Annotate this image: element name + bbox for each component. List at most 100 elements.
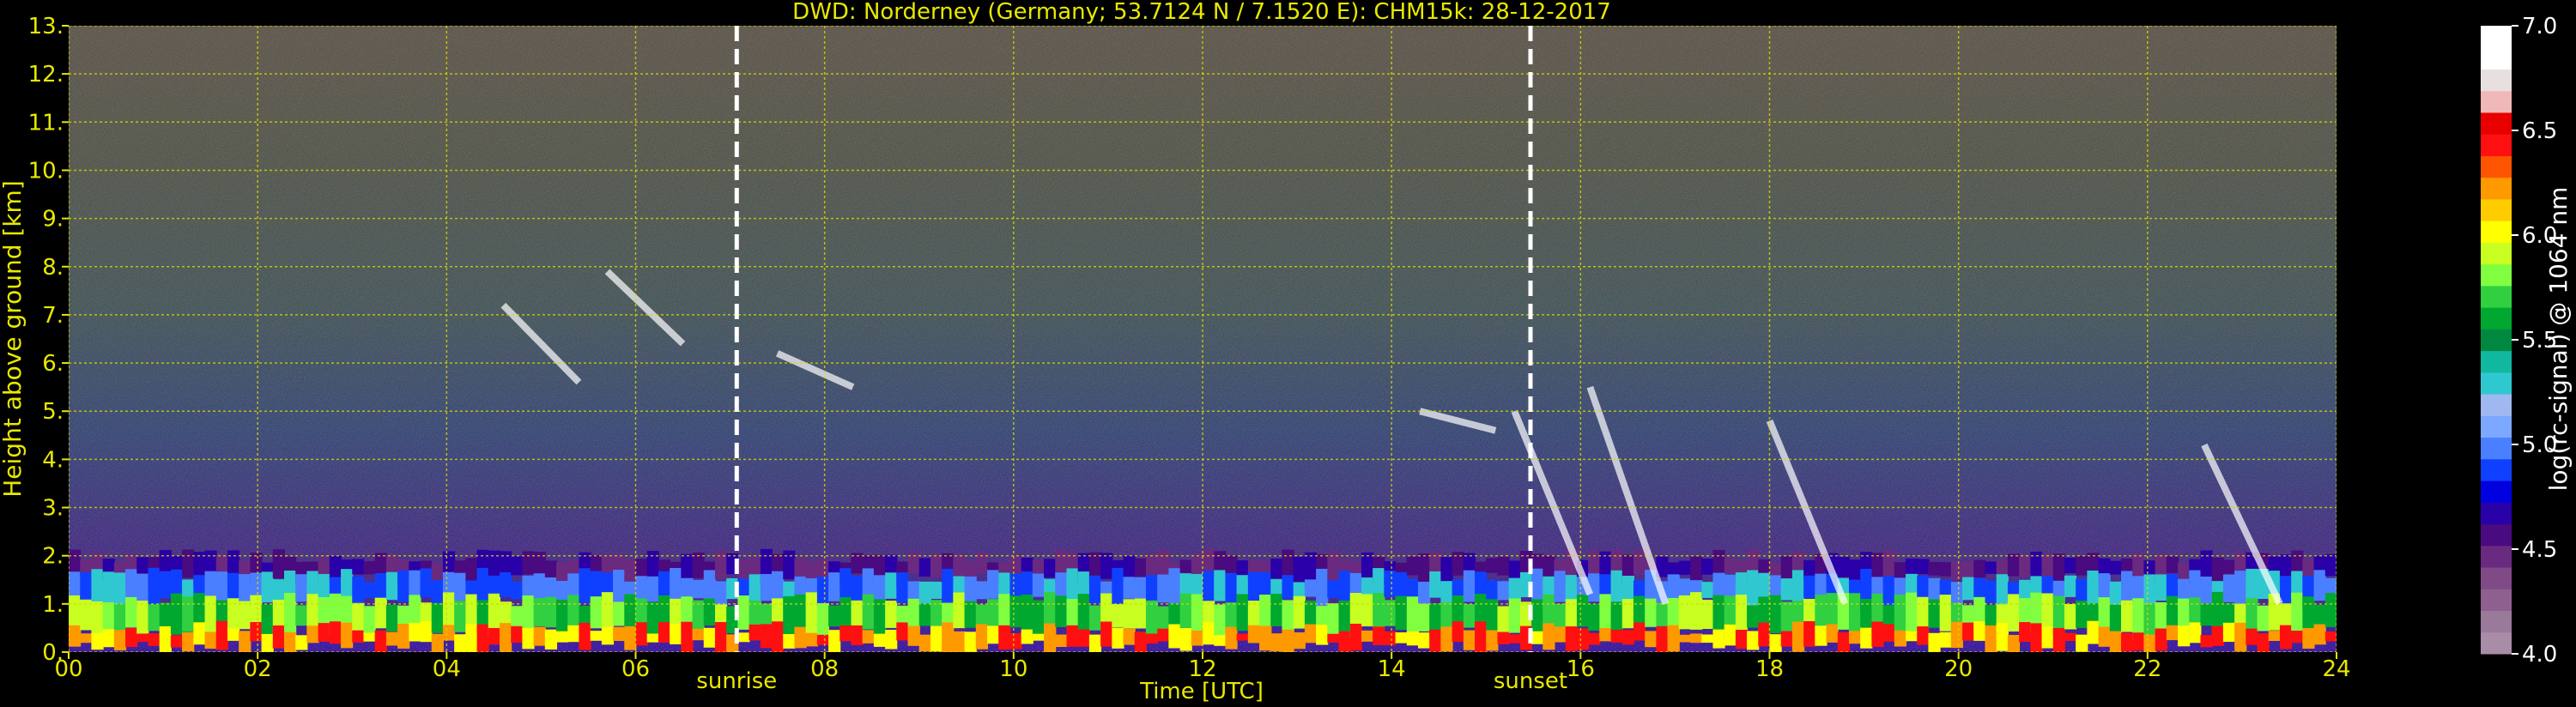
signal-patch bbox=[885, 630, 898, 650]
signal-patch bbox=[1973, 621, 1986, 641]
signal-patch bbox=[2041, 553, 2054, 578]
signal-patch bbox=[193, 622, 206, 645]
colorbar-segment bbox=[2481, 26, 2512, 48]
signal-patch bbox=[930, 553, 943, 577]
signal-patch bbox=[1168, 568, 1181, 605]
signal-patch bbox=[816, 602, 830, 640]
signal-patch bbox=[1645, 631, 1658, 648]
signal-patch bbox=[567, 625, 580, 643]
signal-patch bbox=[2030, 623, 2043, 652]
signal-patch bbox=[1112, 604, 1124, 628]
y-tick-label: 13. bbox=[28, 14, 64, 39]
signal-patch bbox=[215, 554, 228, 575]
colorbar-segment bbox=[2481, 545, 2512, 568]
signal-patch bbox=[182, 631, 195, 652]
signal-patch bbox=[159, 571, 172, 598]
signal-patch bbox=[1055, 634, 1068, 648]
colorbar-segment bbox=[2481, 307, 2512, 329]
signal-patch bbox=[714, 621, 728, 652]
signal-patch bbox=[511, 625, 524, 644]
signal-patch bbox=[1894, 562, 1907, 581]
colorbar-segment bbox=[2481, 589, 2512, 612]
signal-patch bbox=[1985, 580, 1997, 603]
signal-patch bbox=[2052, 553, 2065, 585]
signal-patch bbox=[1134, 598, 1147, 629]
signal-patch bbox=[613, 601, 626, 626]
y-tick-label: 12. bbox=[28, 62, 64, 88]
signal-patch bbox=[1440, 581, 1453, 603]
colorbar-segment bbox=[2481, 242, 2512, 265]
signal-patch bbox=[2109, 560, 2123, 575]
signal-patch bbox=[1327, 633, 1340, 644]
signal-patch bbox=[1032, 633, 1046, 641]
signal-patch bbox=[1576, 628, 1590, 650]
colorbar-segment bbox=[2481, 177, 2512, 200]
signal-patch bbox=[1406, 631, 1419, 646]
colorbar bbox=[2481, 26, 2512, 655]
signal-patch bbox=[1950, 561, 1964, 580]
y-axis-label: Height above ground [km] bbox=[0, 180, 27, 498]
signal-patch bbox=[1282, 629, 1294, 652]
signal-patch bbox=[1815, 625, 1827, 646]
signal-patch bbox=[1112, 628, 1124, 649]
signal-patch bbox=[816, 634, 830, 645]
signal-patch bbox=[1009, 595, 1022, 628]
signal-patch bbox=[873, 599, 887, 638]
signal-patch bbox=[136, 557, 149, 574]
signal-patch bbox=[1837, 556, 1850, 577]
signal-patch bbox=[1191, 553, 1203, 577]
signal-patch bbox=[1440, 626, 1453, 652]
signal-patch bbox=[590, 596, 603, 629]
signal-patch bbox=[363, 582, 376, 598]
signal-patch bbox=[692, 579, 705, 599]
signal-patch bbox=[2200, 576, 2213, 604]
signal-patch bbox=[465, 558, 478, 583]
signal-patch bbox=[1088, 634, 1102, 652]
signal-patch bbox=[1610, 630, 1623, 643]
signal-patch bbox=[964, 631, 977, 652]
signal-patch bbox=[1293, 595, 1306, 629]
signal-patch bbox=[522, 595, 535, 632]
signal-patch bbox=[397, 624, 410, 649]
signal-patch bbox=[341, 622, 354, 649]
signal-patch bbox=[420, 621, 433, 643]
signal-patch bbox=[1361, 594, 1374, 627]
signal-patch bbox=[1123, 577, 1136, 599]
signal-patch bbox=[2064, 575, 2077, 597]
signal-patch bbox=[601, 626, 615, 645]
signal-patch bbox=[2313, 570, 2326, 601]
signal-patch bbox=[239, 601, 252, 630]
signal-patch bbox=[1576, 595, 1590, 627]
signal-patch bbox=[544, 596, 558, 628]
signal-patch bbox=[1077, 629, 1090, 647]
signal-patch bbox=[714, 581, 728, 608]
signal-patch bbox=[2076, 556, 2088, 576]
signal-patch bbox=[148, 633, 161, 646]
signal-patch bbox=[2246, 628, 2258, 645]
signal-patch bbox=[272, 625, 285, 649]
signal-patch bbox=[397, 570, 410, 602]
signal-patch bbox=[2109, 631, 2123, 652]
colorbar-segment bbox=[2481, 47, 2512, 69]
signal-patch bbox=[1939, 631, 1952, 648]
signal-patch bbox=[2222, 622, 2236, 643]
signal-patch bbox=[885, 572, 898, 599]
signal-patch bbox=[1780, 631, 1793, 647]
signal-patch bbox=[1463, 604, 1476, 628]
signal-patch bbox=[2291, 631, 2304, 644]
signal-patch bbox=[136, 633, 149, 643]
signal-patch bbox=[476, 624, 489, 652]
signal-patch bbox=[1803, 620, 1816, 647]
signal-patch bbox=[2132, 632, 2145, 651]
signal-patch bbox=[1384, 570, 1397, 597]
signal-patch bbox=[215, 571, 228, 602]
signal-patch bbox=[783, 581, 796, 598]
signal-patch bbox=[1769, 634, 1782, 652]
signal-patch bbox=[442, 625, 456, 641]
signal-patch bbox=[1395, 595, 1408, 631]
signal-patch bbox=[454, 601, 467, 632]
signal-patch bbox=[1463, 630, 1476, 650]
signal-patch bbox=[2178, 625, 2191, 647]
signal-patch bbox=[499, 571, 512, 597]
signal-patch bbox=[1168, 624, 1181, 649]
